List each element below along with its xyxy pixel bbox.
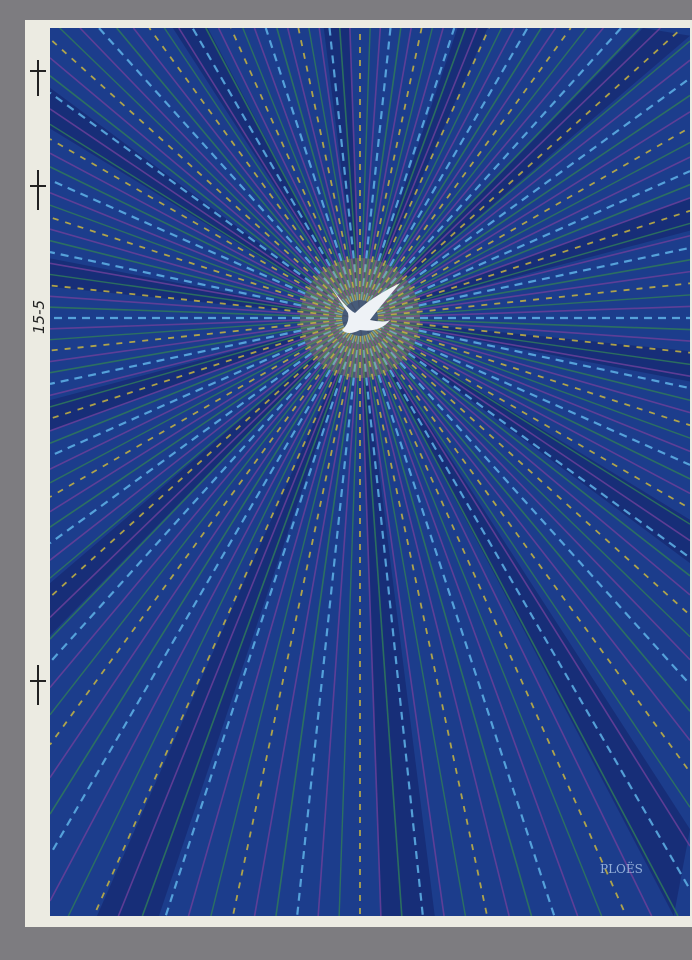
light-ray xyxy=(92,334,354,916)
painting xyxy=(50,28,690,916)
margin-note: 15-5 xyxy=(30,299,49,335)
crop-mark xyxy=(37,665,39,705)
light-ray xyxy=(50,333,353,902)
artist-signature: PLOËS xyxy=(600,862,643,876)
light-ray xyxy=(67,333,353,916)
crop-mark xyxy=(37,60,39,96)
radiating-rays xyxy=(50,28,690,916)
light-ray xyxy=(367,28,503,303)
crop-mark xyxy=(37,170,39,210)
